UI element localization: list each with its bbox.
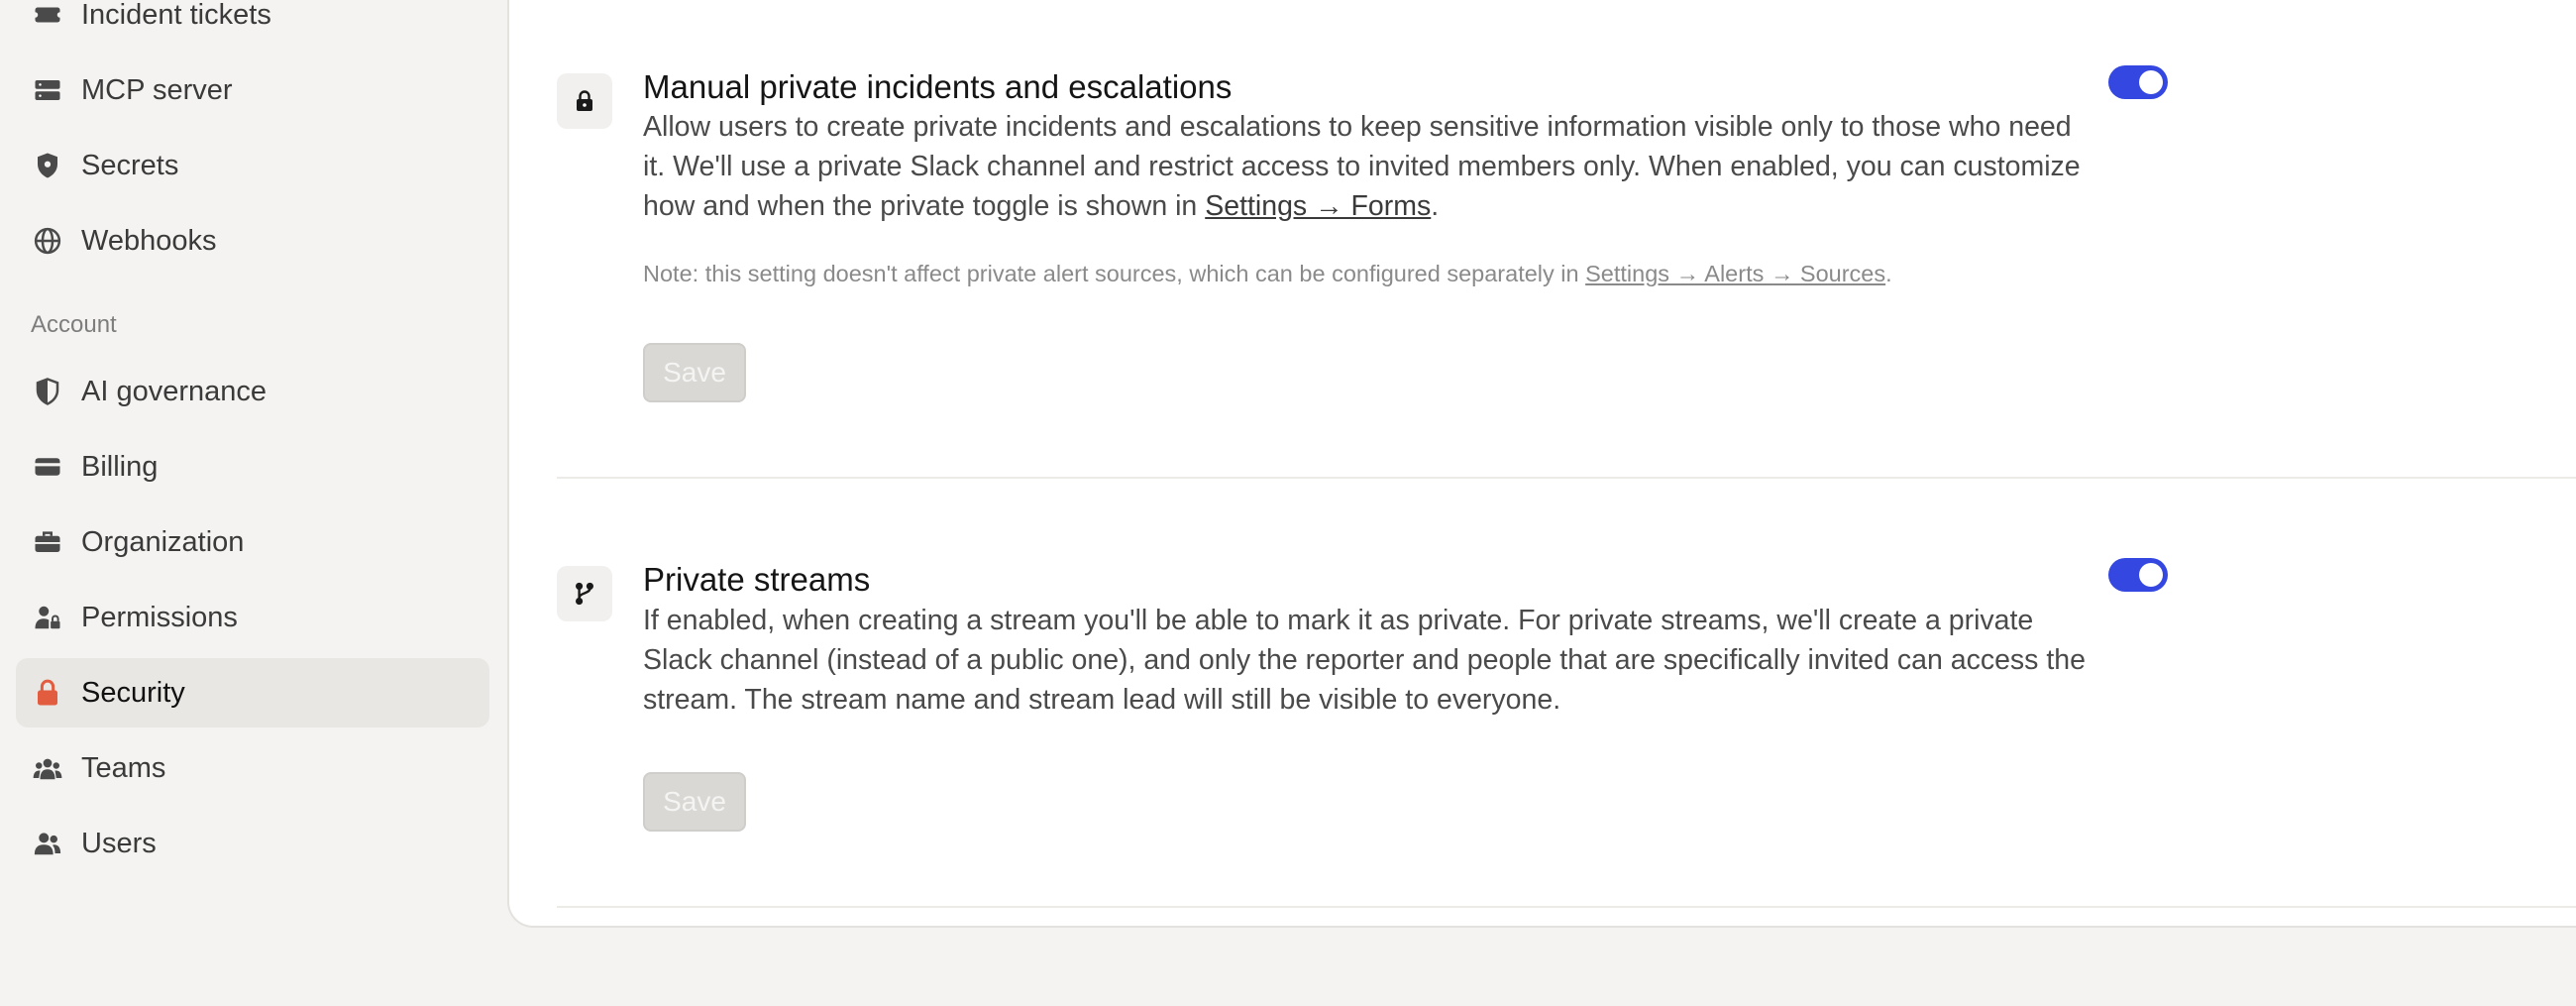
sidebar-item-label: Secrets: [81, 149, 179, 181]
server-icon: [32, 74, 63, 106]
section-label-account: Account: [31, 311, 117, 338]
briefcase-icon: [32, 526, 63, 558]
save-button[interactable]: Save: [643, 343, 746, 402]
sidebar-item-security[interactable]: Security: [16, 658, 489, 727]
users-icon: [32, 828, 63, 859]
private-incidents-toggle[interactable]: [2108, 65, 2168, 99]
user-lock-icon: [32, 602, 63, 633]
alerts-sources-link[interactable]: Settings → Alerts → Sources: [1585, 261, 1885, 286]
sidebar-item-secrets[interactable]: Secrets: [16, 131, 489, 200]
divider: [557, 906, 2576, 908]
setting-description: Allow users to create private incidents …: [643, 111, 2081, 222]
sidebar-item-label: Security: [81, 676, 185, 709]
sidebar-item-label: MCP server: [81, 73, 233, 106]
toggle-knob: [2139, 563, 2163, 587]
settings-panel: Manual private incidents and escalations…: [507, 0, 2576, 928]
sidebar-item-billing[interactable]: Billing: [16, 432, 489, 502]
credit-card-icon: [32, 451, 63, 483]
sidebar-item-label: AI governance: [81, 375, 268, 407]
lock-icon: [557, 73, 612, 129]
sidebar-item-permissions[interactable]: Permissions: [16, 583, 489, 652]
toggle-knob: [2139, 70, 2163, 94]
setting-note: Note: this setting doesn't affect privat…: [643, 261, 1892, 286]
globe-icon: [32, 225, 63, 257]
sidebar-item-mcp-server[interactable]: MCP server: [16, 56, 489, 125]
shield-icon: [32, 150, 63, 181]
divider: [557, 477, 2576, 479]
save-button[interactable]: Save: [643, 772, 746, 832]
settings-forms-link[interactable]: Settings → Forms: [1205, 190, 1431, 222]
sidebar-item-incident-tickets[interactable]: Incident tickets: [16, 0, 489, 50]
sidebar-item-label: Organization: [81, 525, 245, 558]
users-group-icon: [32, 752, 63, 784]
sidebar-item-label: Users: [81, 827, 157, 859]
sidebar-item-label: Permissions: [81, 601, 238, 633]
sidebar-item-label: Incident tickets: [81, 0, 271, 31]
sidebar-item-label: Webhooks: [81, 224, 217, 257]
half-shield-icon: [32, 376, 63, 407]
lock-icon: [32, 677, 63, 709]
setting-description: If enabled, when creating a stream you'l…: [643, 605, 2086, 716]
setting-title: Private streams: [643, 561, 871, 598]
sidebar-item-ai-governance[interactable]: AI governance: [16, 357, 489, 426]
private-streams-toggle[interactable]: [2108, 558, 2168, 592]
sidebar-item-label: Billing: [81, 450, 159, 483]
sidebar-item-organization[interactable]: Organization: [16, 507, 489, 577]
sidebar: Incident tickets MCP server Secrets Webh…: [0, 0, 507, 1006]
sidebar-item-users[interactable]: Users: [16, 809, 489, 878]
ticket-icon: [32, 0, 63, 31]
setting-title: Manual private incidents and escalations: [643, 68, 1233, 105]
sidebar-item-label: Teams: [81, 751, 166, 784]
git-branch-icon: [557, 566, 612, 621]
sidebar-item-teams[interactable]: Teams: [16, 733, 489, 803]
sidebar-item-webhooks[interactable]: Webhooks: [16, 206, 489, 276]
